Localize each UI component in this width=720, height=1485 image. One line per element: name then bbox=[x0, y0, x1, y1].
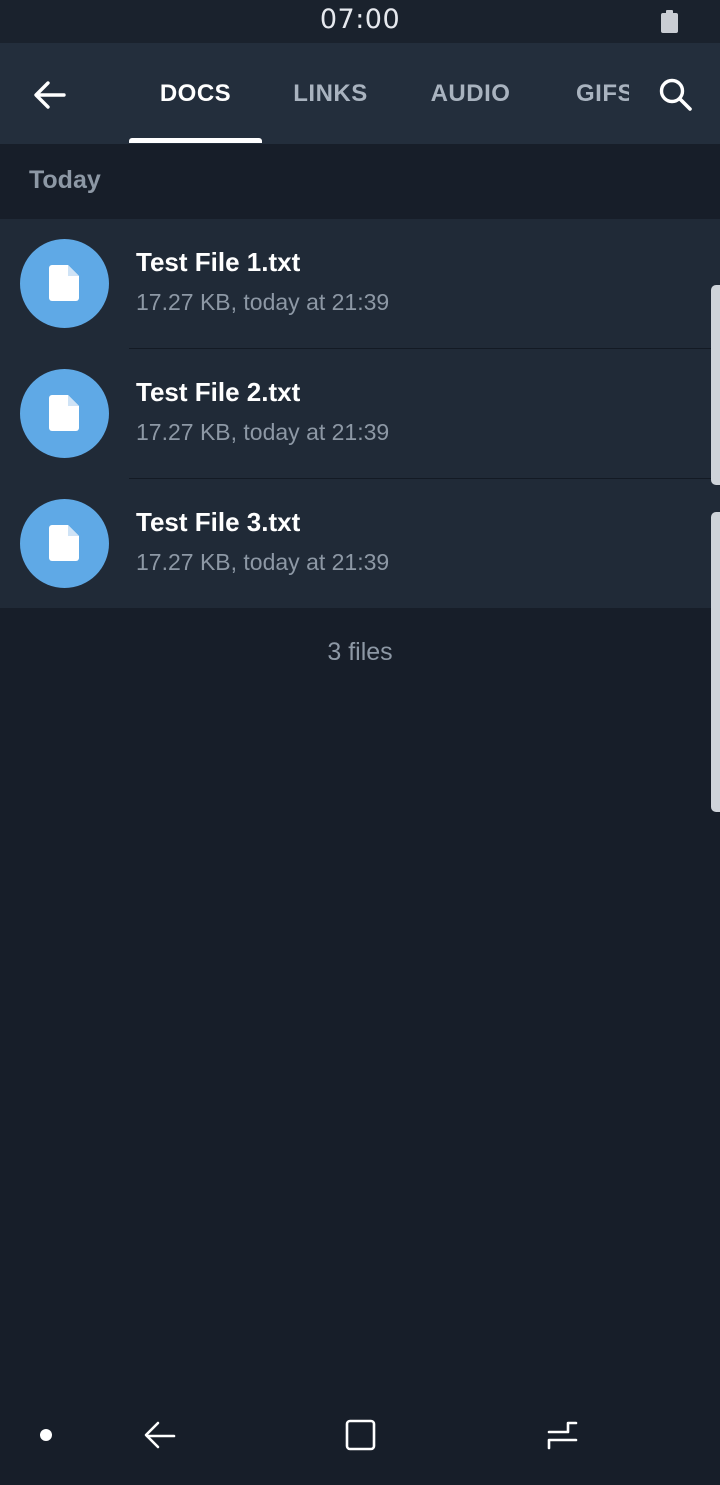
tab-docs[interactable]: DOCS bbox=[129, 43, 262, 144]
system-nav-bar bbox=[0, 1390, 720, 1480]
active-tab-indicator bbox=[129, 138, 262, 143]
tab-links[interactable]: LINKS bbox=[262, 43, 399, 144]
file-name: Test File 3.txt bbox=[136, 507, 301, 537]
search-icon bbox=[659, 78, 692, 111]
file-meta: 17.27 KB, today at 21:39 bbox=[136, 549, 390, 575]
file-meta: 17.27 KB, today at 21:39 bbox=[136, 419, 390, 445]
document-icon bbox=[49, 265, 79, 301]
file-row[interactable]: Test File 3.txt 17.27 KB, today at 21:39 bbox=[0, 479, 720, 609]
file-icon-button[interactable] bbox=[20, 239, 109, 328]
home-icon bbox=[345, 1419, 376, 1451]
section-title: Today bbox=[29, 166, 101, 194]
file-icon-button[interactable] bbox=[20, 369, 109, 458]
file-list: Test File 1.txt 17.27 KB, today at 21:39… bbox=[0, 219, 720, 608]
document-icon bbox=[49, 525, 79, 561]
status-time: 07:00 bbox=[319, 4, 401, 35]
status-bar: 07:00 bbox=[0, 0, 720, 43]
recents-icon bbox=[547, 1421, 578, 1450]
nav-back-button[interactable] bbox=[130, 1390, 190, 1480]
tab-audio[interactable]: AUDIO bbox=[399, 43, 542, 144]
arrow-left-icon bbox=[34, 81, 66, 109]
files-count: 3 files bbox=[327, 638, 393, 666]
tab-strip: DOCS LINKS AUDIO GIFS bbox=[129, 43, 629, 144]
file-row[interactable]: Test File 1.txt 17.27 KB, today at 21:39 bbox=[0, 219, 720, 349]
file-meta: 17.27 KB, today at 21:39 bbox=[136, 289, 390, 315]
file-name: Test File 2.txt bbox=[136, 377, 301, 407]
nav-recents-button[interactable] bbox=[532, 1390, 592, 1480]
back-button[interactable] bbox=[20, 65, 80, 125]
nav-dot-button[interactable] bbox=[30, 1390, 60, 1480]
file-row[interactable]: Test File 2.txt 17.27 KB, today at 21:39 bbox=[0, 349, 720, 479]
nav-home-button[interactable] bbox=[330, 1390, 390, 1480]
dot-icon bbox=[40, 1429, 52, 1441]
file-icon-button[interactable] bbox=[20, 499, 109, 588]
top-bar: DOCS LINKS AUDIO GIFS bbox=[0, 43, 720, 144]
file-name: Test File 1.txt bbox=[136, 247, 301, 277]
document-icon bbox=[49, 395, 79, 431]
scrollbar-thumb[interactable] bbox=[711, 512, 720, 812]
battery-icon bbox=[661, 10, 678, 33]
scrollbar-upper[interactable] bbox=[711, 285, 720, 485]
section-header: Today bbox=[0, 144, 720, 219]
tab-gifs[interactable]: GIFS bbox=[576, 43, 629, 144]
search-button[interactable] bbox=[646, 65, 706, 125]
back-icon bbox=[144, 1421, 176, 1449]
